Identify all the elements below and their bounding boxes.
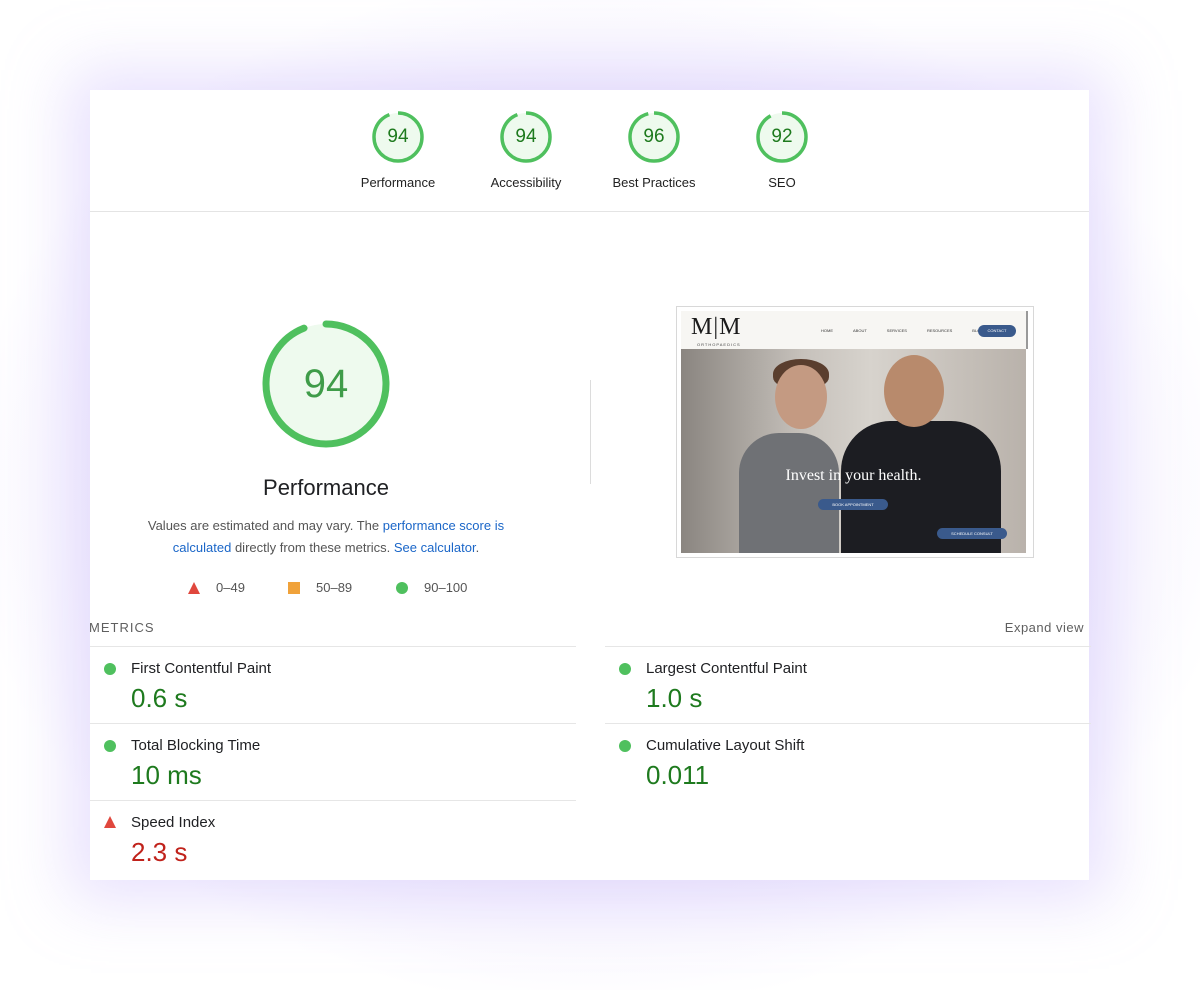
seo-label: SEO <box>768 175 796 190</box>
pass-circle-icon <box>104 740 116 752</box>
metrics-heading: METRICS <box>89 620 155 635</box>
thumbnail-nav-about: ABOUT <box>853 328 867 333</box>
pass-circle-icon <box>396 582 408 594</box>
thumbnail-book-button: BOOK APPOINTMENT <box>818 499 888 510</box>
accessibility-label: Accessibility <box>490 175 562 190</box>
see-calculator-link[interactable]: See calculator <box>394 540 476 555</box>
metric-cumulative-layout-shift: Cumulative Layout Shift 0.011 <box>605 723 1091 801</box>
legend-average-range: 50–89 <box>316 580 353 595</box>
metric-total-blocking-time: Total Blocking Time 10 ms <box>90 723 576 801</box>
seo-gauge: 92 <box>755 110 809 164</box>
thumbnail-logo: M|M <box>691 314 742 340</box>
summary-performance[interactable]: 94 Performance <box>334 110 462 190</box>
metric-name: Largest Contentful Paint <box>646 660 807 677</box>
thumbnail-nav-resources: RESOURCES <box>926 328 953 333</box>
metric-value: 0.011 <box>646 760 710 790</box>
thumbnail-nav-services: SERVICES <box>886 328 907 333</box>
metric-value: 1.0 s <box>646 683 703 713</box>
performance-label: Performance <box>360 175 436 190</box>
thumbnail-nav-links: HOMEABOUTSERVICESRESOURCESBLOG <box>821 328 1003 333</box>
desc-text-2: directly from these metrics. <box>231 540 394 555</box>
thumbnail-hero-image: Invest in your health. BOOK APPOINTMENT … <box>681 349 1026 553</box>
pass-circle-icon <box>104 663 116 675</box>
metric-name: First Contentful Paint <box>131 660 272 677</box>
seo-score: 92 <box>771 126 793 147</box>
best-practices-gauge: 96 <box>627 110 681 164</box>
fail-triangle-icon <box>104 816 116 828</box>
score-summary: 94 Performance 94 Accessibility 96 Best … <box>90 90 1089 212</box>
metric-value: 2.3 s <box>131 837 188 867</box>
hero-person-right-head <box>884 355 944 427</box>
hero-person-left-body <box>739 433 839 553</box>
legend-fail-range: 0–49 <box>216 580 245 595</box>
accessibility-score: 94 <box>515 126 537 147</box>
summary-best-practices[interactable]: 96 Best Practices <box>590 110 718 190</box>
thumbnail-tagline: Invest in your health. <box>785 467 922 484</box>
thumbnail-consult-button: SCHEDULE CONSULT <box>937 528 1007 539</box>
summary-seo[interactable]: 92 SEO <box>718 110 846 190</box>
metric-name: Speed Index <box>131 814 216 831</box>
performance-title: Performance <box>263 475 389 500</box>
vertical-divider <box>590 380 591 484</box>
metric-largest-contentful-paint: Largest Contentful Paint 1.0 s <box>605 646 1091 724</box>
thumbnail-navbar: M|M ORTHOPAEDICS HOME ABOUT SERVICES RESOUR… <box>681 311 1026 349</box>
performance-main-gauge: 94 <box>260 318 392 450</box>
fail-triangle-icon <box>188 582 200 594</box>
metric-value: 0.6 s <box>131 683 188 713</box>
thumbnail-logo-sub: ORTHOPAEDICS <box>697 342 741 347</box>
summary-accessibility[interactable]: 94 Accessibility <box>462 110 590 190</box>
metric-value: 10 ms <box>131 760 202 790</box>
performance-gauge: 94 <box>371 110 425 164</box>
accessibility-gauge: 94 <box>499 110 553 164</box>
average-square-icon <box>288 582 300 594</box>
performance-main-score: 94 <box>303 362 349 406</box>
expand-view-toggle[interactable]: Expand view <box>1005 620 1084 635</box>
thumbnail-scrollbar <box>1026 311 1028 349</box>
desc-text-3: . <box>475 540 480 555</box>
score-legend: 0–49 50–89 90–100 <box>188 578 488 598</box>
best-practices-label: Best Practices <box>612 175 696 190</box>
metric-name: Cumulative Layout Shift <box>646 737 805 754</box>
legend-pass-range: 90–100 <box>424 580 468 595</box>
thumbnail-contact-button: CONTACT <box>978 325 1016 337</box>
pass-circle-icon <box>619 740 631 752</box>
best-practices-score: 96 <box>643 126 665 147</box>
page-screenshot-thumbnail[interactable]: M|M ORTHOPAEDICS HOME ABOUT SERVICES RESOUR… <box>676 306 1034 558</box>
metric-first-contentful-paint: First Contentful Paint 0.6 s <box>90 646 576 724</box>
performance-score: 94 <box>387 126 409 147</box>
hero-person-left-head <box>775 365 827 429</box>
performance-description: Values are estimated and may vary. The p… <box>130 515 522 559</box>
desc-text-1: Values are estimated and may vary. The <box>147 518 383 533</box>
metric-speed-index: Speed Index 2.3 s <box>90 800 576 880</box>
metric-name: Total Blocking Time <box>131 737 261 754</box>
pass-circle-icon <box>619 663 631 675</box>
lighthouse-report: 94 Performance 94 Accessibility 96 Best … <box>89 90 1091 880</box>
thumbnail-nav-home: HOME <box>821 328 833 333</box>
